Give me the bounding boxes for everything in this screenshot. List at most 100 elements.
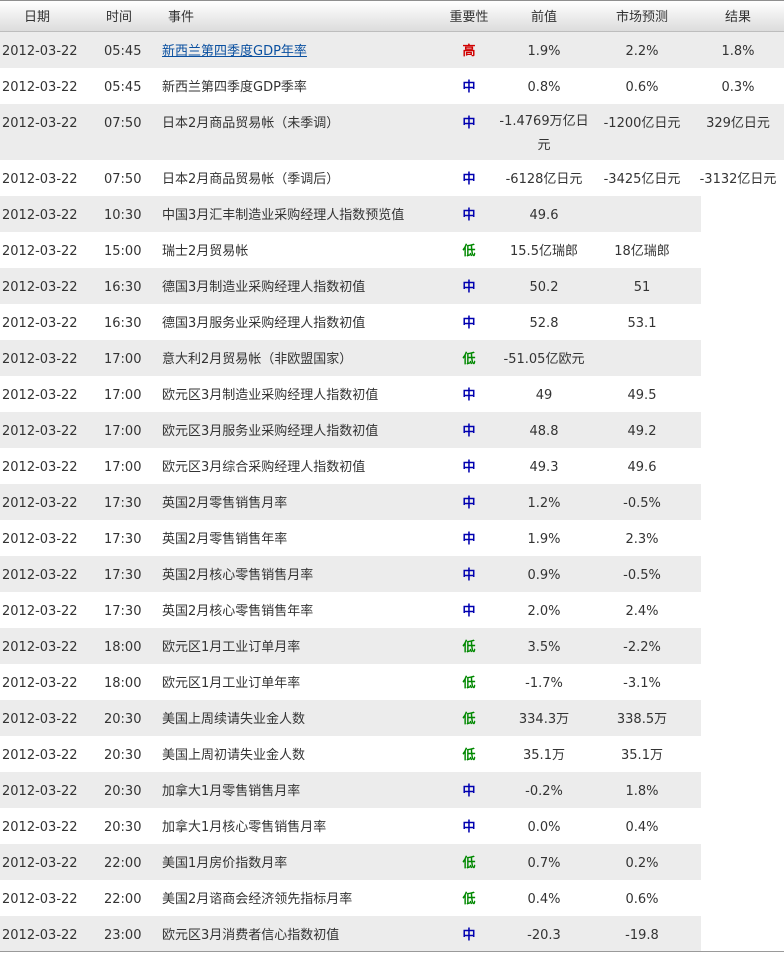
event-time: 23:00 <box>104 928 142 943</box>
event-name: 欧元区1月工业订单年率 <box>162 676 301 691</box>
event-name: 中国3月汇丰制造业采购经理人指数预览值 <box>162 208 405 223</box>
table-row: 2012-03-22 17:30 英国2月核心零售销售年率 中 2.0% 2.4% <box>0 592 784 628</box>
event-time: 07:50 <box>104 116 142 131</box>
forecast-value: 2.2% <box>625 44 659 59</box>
actual-empty-cell <box>701 808 784 844</box>
event-name-cell: 新西兰第四季度GDP年率 <box>162 42 307 62</box>
header-actual: 结果 <box>724 10 751 25</box>
event-name: 欧元区3月制造业采购经理人指数初值 <box>162 388 379 403</box>
forecast-value: 49.5 <box>627 388 657 403</box>
actual-empty-cell <box>701 916 784 952</box>
event-name: 瑞士2月贸易帐 <box>162 244 249 259</box>
event-time: 17:30 <box>104 604 142 619</box>
importance-badge: 中 <box>462 388 476 403</box>
importance-badge: 中 <box>462 208 476 223</box>
importance-badge: 低 <box>462 640 476 655</box>
event-date: 2012-03-22 <box>2 280 78 295</box>
table-row: 2012-03-22 07:50 日本2月商品贸易帐（季调后） 中 -6128亿日元 -3… <box>0 160 784 196</box>
actual-empty-cell <box>701 232 784 268</box>
previous-value: 334.3万 <box>518 712 570 727</box>
event-time: 05:45 <box>104 44 142 59</box>
event-date: 2012-03-22 <box>2 44 78 59</box>
table-row: 2012-03-22 17:00 欧元区3月服务业采购经理人指数初值 中 48.8 49.… <box>0 412 784 448</box>
importance-badge: 中 <box>462 928 476 943</box>
actual-value: 0.3% <box>721 80 755 95</box>
event-time: 17:30 <box>104 568 142 583</box>
table-row: 2012-03-22 10:30 中国3月汇丰制造业采购经理人指数预览值 中 49.6 <box>0 196 784 232</box>
event-time: 05:45 <box>104 80 142 95</box>
actual-empty-cell <box>701 376 784 412</box>
table-row: 2012-03-22 07:50 日本2月商品贸易帐（未季调） 中 -1.4769万亿日… <box>0 104 784 160</box>
header-event: 事件 <box>168 10 195 25</box>
event-name: 英国2月零售销售月率 <box>162 496 288 511</box>
importance-badge: 中 <box>462 460 476 475</box>
event-date: 2012-03-22 <box>2 604 78 619</box>
actual-empty-cell <box>701 592 784 628</box>
event-time: 22:00 <box>104 892 142 907</box>
event-date: 2012-03-22 <box>2 712 78 727</box>
event-date: 2012-03-22 <box>2 676 78 691</box>
event-name: 德国3月制造业采购经理人指数初值 <box>162 280 366 295</box>
economic-calendar-table: 日期 时间 事件 重要性 前值 市场预测 结果 2012-03-22 05:45 新… <box>0 0 784 952</box>
forecast-value: 2.3% <box>625 532 659 547</box>
previous-value: 50.2 <box>529 280 559 295</box>
previous-value: 1.9% <box>527 44 561 59</box>
importance-badge: 中 <box>462 820 476 835</box>
actual-empty-cell <box>701 880 784 916</box>
event-date: 2012-03-22 <box>2 532 78 547</box>
event-date: 2012-03-22 <box>2 316 78 331</box>
importance-badge: 中 <box>462 496 476 511</box>
header-importance: 重要性 <box>449 10 489 25</box>
event-date: 2012-03-22 <box>2 244 78 259</box>
event-date: 2012-03-22 <box>2 784 78 799</box>
actual-empty-cell <box>701 556 784 592</box>
table-body: 2012-03-22 05:45 新西兰第四季度GDP年率 高 1.9% 2.2% 1.8%… <box>0 32 784 952</box>
table-header: 日期 时间 事件 重要性 前值 市场预测 结果 <box>0 0 784 32</box>
importance-badge: 中 <box>462 80 476 95</box>
actual-empty-cell <box>701 628 784 664</box>
event-time: 18:00 <box>104 640 142 655</box>
importance-badge: 低 <box>462 892 476 907</box>
forecast-value: 18亿瑞郎 <box>614 244 670 259</box>
event-time: 20:30 <box>104 820 142 835</box>
event-name: 欧元区3月消费者信心指数初值 <box>162 928 340 943</box>
previous-value: -1.7% <box>525 676 563 691</box>
event-date: 2012-03-22 <box>2 568 78 583</box>
actual-empty-cell <box>701 844 784 880</box>
actual-empty-cell <box>701 700 784 736</box>
event-name: 新西兰第四季度GDP季率 <box>162 80 307 95</box>
event-date: 2012-03-22 <box>2 496 78 511</box>
previous-value: 48.8 <box>529 424 559 439</box>
previous-value: 52.8 <box>529 316 559 331</box>
table-row: 2012-03-22 05:45 新西兰第四季度GDP季率 中 0.8% 0.6% 0.3% <box>0 68 784 104</box>
table-row: 2012-03-22 22:00 美国2月谘商会经济领先指标月率 低 0.4% 0.6% <box>0 880 784 916</box>
forecast-value: 338.5万 <box>616 712 668 727</box>
actual-empty-cell <box>701 484 784 520</box>
event-time: 17:00 <box>104 352 142 367</box>
event-time: 18:00 <box>104 676 142 691</box>
actual-empty-cell <box>701 268 784 304</box>
actual-empty-cell <box>701 520 784 556</box>
actual-value: -3132亿日元 <box>699 172 777 187</box>
actual-empty-cell <box>701 736 784 772</box>
event-date: 2012-03-22 <box>2 388 78 403</box>
event-name: 美国上周续请失业金人数 <box>162 712 306 727</box>
event-name: 欧元区3月服务业采购经理人指数初值 <box>162 424 379 439</box>
table-row: 2012-03-22 17:30 英国2月零售销售年率 中 1.9% 2.3% <box>0 520 784 556</box>
header-previous: 前值 <box>530 10 557 25</box>
previous-value: 1.2% <box>527 496 561 511</box>
event-link[interactable]: 新西兰第四季度GDP年率 <box>162 44 307 59</box>
actual-empty-cell <box>701 304 784 340</box>
previous-value: 49 <box>535 388 553 403</box>
event-date: 2012-03-22 <box>2 80 78 95</box>
importance-badge: 中 <box>462 424 476 439</box>
previous-value: 0.4% <box>527 892 561 907</box>
event-time: 20:30 <box>104 748 142 763</box>
event-date: 2012-03-22 <box>2 424 78 439</box>
previous-value: 0.9% <box>527 568 561 583</box>
forecast-value: -0.5% <box>623 568 661 583</box>
importance-badge: 低 <box>462 244 476 259</box>
forecast-value: 0.4% <box>625 820 659 835</box>
event-date: 2012-03-22 <box>2 892 78 907</box>
forecast-value: -2.2% <box>623 640 661 655</box>
